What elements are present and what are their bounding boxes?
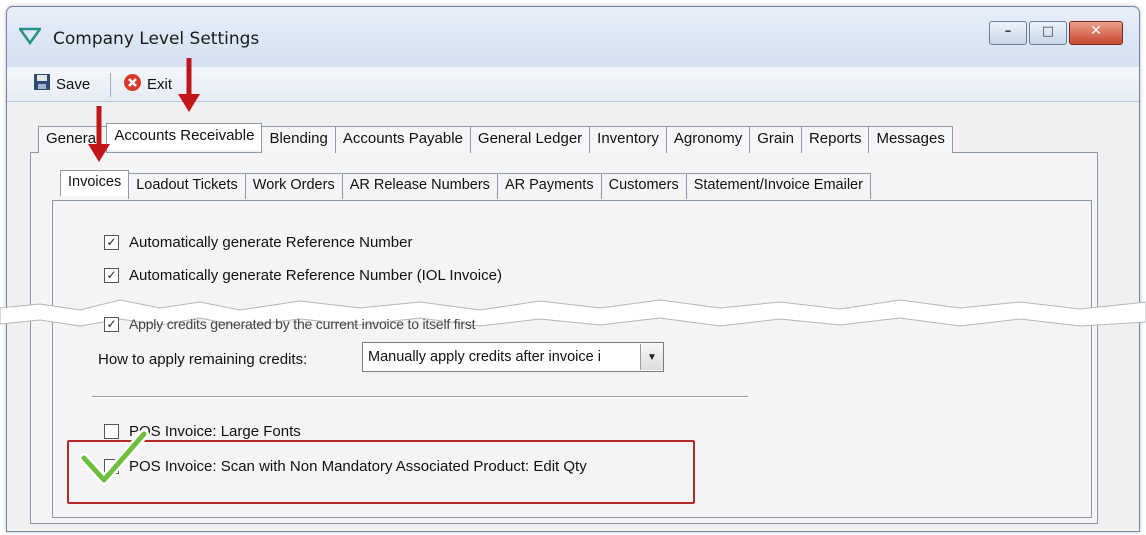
main-tab-strip: General Accounts Receivable Blending Acc… — [38, 123, 953, 153]
window-title: Company Level Settings — [53, 29, 260, 49]
tab-ar-payments[interactable]: AR Payments — [496, 173, 602, 199]
down-arrow-annotation-icon — [178, 58, 200, 112]
down-arrow-annotation-icon-2 — [88, 106, 110, 162]
tab-loadout-tickets[interactable]: Loadout Tickets — [128, 173, 246, 199]
dropdown-arrow-icon[interactable]: ▼ — [640, 344, 663, 370]
apply-credits-checkbox[interactable]: ✓ — [104, 316, 119, 332]
save-label: Save — [56, 75, 91, 93]
close-button[interactable]: ✕ — [1069, 21, 1123, 45]
pos-large-fonts-label: POS Invoice: Large Fonts — [129, 423, 301, 440]
remaining-credits-value: Manually apply credits after invoice i — [368, 349, 601, 365]
apply-credits-label: Apply credits generated by the current i… — [129, 316, 476, 332]
tab-inventory[interactable]: Inventory — [589, 126, 667, 153]
remaining-credits-select[interactable]: Manually apply credits after invoice i ▼ — [362, 342, 664, 372]
close-icon: ✕ — [1090, 23, 1102, 39]
setting-auto-ref-iol[interactable]: ✓ Automatically generate Reference Numbe… — [104, 267, 502, 284]
tab-accounts-payable[interactable]: Accounts Payable — [334, 126, 471, 153]
save-button[interactable]: Save — [33, 73, 90, 95]
remaining-credits-label: How to apply remaining credits: — [98, 351, 308, 368]
setting-auto-ref[interactable]: ✓ Automatically generate Reference Numbe… — [104, 234, 412, 251]
save-disk-icon — [33, 73, 51, 95]
sub-tab-strip: Invoices Loadout Tickets Work Orders AR … — [60, 170, 871, 199]
maximize-icon: □ — [1041, 24, 1055, 39]
tab-statement-invoice-emailer[interactable]: Statement/Invoice Emailer — [685, 173, 871, 199]
auto-ref-iol-label: Automatically generate Reference Number … — [129, 267, 502, 284]
app-logo-icon — [17, 27, 43, 50]
section-divider — [92, 396, 748, 398]
tab-agronomy[interactable]: Agronomy — [665, 126, 751, 153]
tab-blending[interactable]: Blending — [261, 126, 336, 153]
maximize-button[interactable]: □ — [1029, 21, 1067, 45]
minimize-icon: – — [1004, 24, 1012, 39]
tab-customers[interactable]: Customers — [600, 173, 687, 199]
tab-general-ledger[interactable]: General Ledger — [469, 126, 591, 153]
tab-grain[interactable]: Grain — [749, 126, 802, 153]
tab-reports[interactable]: Reports — [800, 126, 870, 153]
tab-ar-release-numbers[interactable]: AR Release Numbers — [341, 173, 498, 199]
exit-x-icon — [123, 73, 142, 96]
highlight-box-annotation — [67, 440, 695, 504]
auto-ref-label: Automatically generate Reference Number — [129, 234, 413, 251]
tab-work-orders[interactable]: Work Orders — [244, 173, 343, 199]
exit-button[interactable]: Exit — [123, 73, 172, 95]
auto-ref-checkbox[interactable]: ✓ — [104, 235, 119, 250]
tab-messages[interactable]: Messages — [868, 126, 953, 153]
tab-invoices[interactable]: Invoices — [60, 170, 130, 196]
setting-apply-credits[interactable]: ✓ Apply credits generated by the current… — [104, 316, 476, 332]
auto-ref-iol-checkbox[interactable]: ✓ — [104, 268, 119, 283]
exit-label: Exit — [147, 75, 173, 93]
minimize-button[interactable]: – — [989, 21, 1027, 45]
checkmark-annotation-icon — [80, 430, 149, 485]
toolbar-separator — [110, 73, 111, 97]
tab-accounts-receivable[interactable]: Accounts Receivable — [106, 123, 263, 150]
